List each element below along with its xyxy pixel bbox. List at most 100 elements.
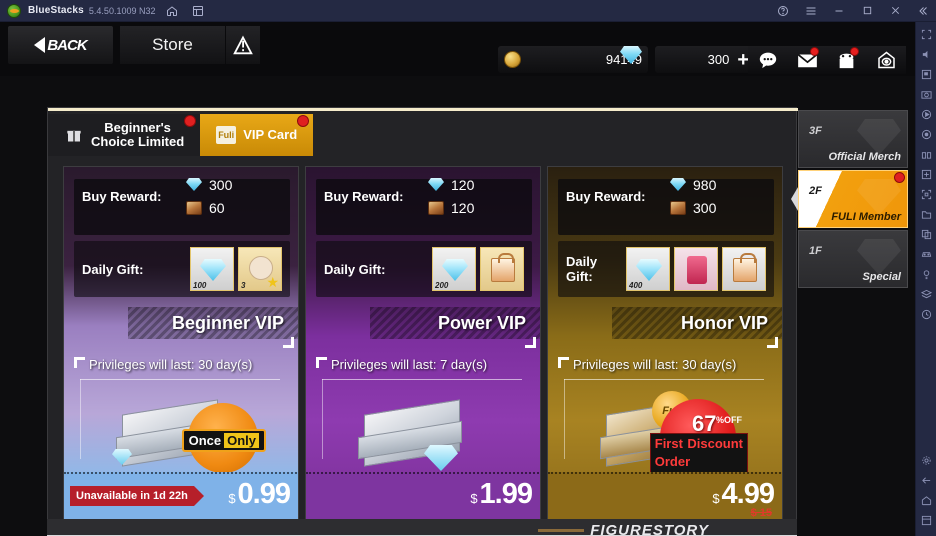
- vip-card-beginner[interactable]: Buy Reward: 300 60 Daily Gift: 100 ★ 3 B…: [63, 166, 299, 521]
- home-icon[interactable]: [918, 492, 934, 508]
- buy-reward-amount: 60: [209, 199, 225, 216]
- home-icon[interactable]: [163, 2, 181, 20]
- shopping-bag-icon: [491, 253, 515, 282]
- home-icon[interactable]: [873, 49, 899, 71]
- card-artwork: [354, 389, 504, 474]
- price: $ 4.99: [712, 478, 775, 510]
- gem-icon: [620, 46, 642, 64]
- tab-vip-card[interactable]: Fuli VIP Card: [200, 114, 314, 156]
- tab-beginners-label-line2: Choice Limited: [91, 134, 185, 149]
- daily-gift-slot-gem[interactable]: 400: [626, 247, 670, 291]
- gem-watermark-icon: [857, 239, 901, 275]
- mail-icon[interactable]: [794, 47, 820, 71]
- alert-button[interactable]: [226, 26, 260, 64]
- screenshot-icon[interactable]: [918, 86, 934, 102]
- price-bar[interactable]: $ 4.99 $ 15: [548, 472, 782, 520]
- gem-currency[interactable]: 300 +: [655, 46, 755, 73]
- gamepad-icon[interactable]: [918, 246, 934, 262]
- daily-gift-qty: 3: [241, 281, 246, 290]
- divider: [80, 379, 280, 380]
- gem-icon: [670, 178, 686, 191]
- multi-instance-icon[interactable]: [189, 2, 207, 20]
- daily-gift-qty: 100: [193, 281, 207, 290]
- header-icon-bar: [748, 46, 906, 74]
- floor-item-1f[interactable]: 1F Special: [798, 230, 908, 288]
- coin-icon: [504, 51, 521, 68]
- game-guide-icon[interactable]: [918, 166, 934, 182]
- game-header: BACK Store 94149 300 +: [0, 22, 915, 76]
- price-bar[interactable]: Unavailable in 1d 22h $ 0.99: [64, 472, 298, 520]
- daily-gift-label: Daily Gift:: [324, 261, 386, 277]
- chat-icon[interactable]: [755, 49, 781, 71]
- gem-value: 300: [707, 52, 730, 67]
- back-button[interactable]: BACK: [8, 26, 113, 64]
- app-version: 5.4.50.1009 N32: [88, 5, 156, 16]
- fullscreen-icon[interactable]: [918, 26, 934, 42]
- gem-watermark-icon: [857, 119, 901, 155]
- back-label: BACK: [47, 36, 87, 54]
- minimize-icon[interactable]: [830, 2, 848, 20]
- ticket-icon: [186, 200, 202, 215]
- first-order-line2: Order: [654, 454, 691, 469]
- vip-title-stripe: Power VIP: [370, 307, 540, 339]
- card-artwork: DISCOUNT Once Only: [112, 389, 266, 474]
- floor-item-3f[interactable]: 3F Official Merch: [798, 110, 908, 168]
- buy-reward-item: 60: [186, 197, 282, 219]
- game-viewport: BACK Store 94149 300 + Beginner's Choice…: [0, 22, 915, 536]
- gem-icon: [424, 445, 458, 471]
- mail-badge: [810, 47, 820, 56]
- volume-icon[interactable]: [918, 46, 934, 62]
- vip-card-power[interactable]: Buy Reward: 120 120 Daily Gift: 200 Powe…: [305, 166, 541, 521]
- maximize-icon[interactable]: [858, 2, 876, 20]
- copy-icon[interactable]: [918, 226, 934, 242]
- window-controls: [764, 2, 936, 20]
- buy-reward-item: 300: [670, 197, 766, 219]
- gem-watermark-icon: [857, 179, 901, 215]
- vip-card-honor[interactable]: Buy Reward: 980 300 Daily Gift: 400 Hono…: [547, 166, 783, 521]
- lightbulb-icon[interactable]: [918, 266, 934, 282]
- buy-reward-amount: 120: [451, 199, 475, 216]
- app-name: BlueStacks: [28, 5, 84, 16]
- buy-reward-box: Buy Reward: 300 60: [74, 177, 290, 235]
- daily-gift-slot-bag[interactable]: [722, 247, 766, 291]
- corner-decoration: [316, 357, 327, 368]
- daily-gift-slot-character-card[interactable]: ★ 3: [238, 247, 282, 291]
- recent-apps-icon[interactable]: [918, 512, 934, 528]
- multi-instance-icon[interactable]: [918, 146, 934, 162]
- gear-icon[interactable]: [918, 452, 934, 468]
- buy-reward-label: Buy Reward:: [82, 188, 162, 204]
- macro-icon[interactable]: [918, 126, 934, 142]
- scan-qr-icon[interactable]: [918, 186, 934, 202]
- corner-decoration: [74, 357, 85, 368]
- back-icon[interactable]: [918, 472, 934, 488]
- price-bar[interactable]: $ 1.99: [306, 472, 540, 520]
- star-icon: ★: [266, 274, 279, 290]
- folder-icon[interactable]: [918, 206, 934, 222]
- rotate-icon[interactable]: [918, 306, 934, 322]
- record-icon[interactable]: [918, 106, 934, 122]
- tab-beginners-choice-limited[interactable]: Beginner's Choice Limited: [48, 114, 201, 156]
- gift-icon[interactable]: [834, 47, 860, 71]
- store-footer: FIGURESTORY: [47, 519, 797, 536]
- keymapping-icon[interactable]: [918, 66, 934, 82]
- layers-icon[interactable]: [918, 286, 934, 302]
- collapse-icon[interactable]: [914, 2, 932, 20]
- help-icon[interactable]: [774, 2, 792, 20]
- corner-decoration: [767, 337, 778, 348]
- vip-title-stripe: Honor VIP: [612, 307, 782, 339]
- ticket-icon: [428, 200, 444, 215]
- floor-number: 3F: [809, 125, 822, 137]
- currency-symbol: $: [712, 491, 720, 506]
- daily-gift-slot-figure[interactable]: [674, 247, 718, 291]
- divider: [80, 379, 81, 459]
- daily-gift-slot-gem[interactable]: 100: [190, 247, 234, 291]
- page-title: Store: [120, 26, 225, 64]
- daily-gift-slot-bag[interactable]: [480, 247, 524, 291]
- close-icon[interactable]: [886, 2, 904, 20]
- menu-icon[interactable]: [802, 2, 820, 20]
- buy-reward-label: Buy Reward:: [566, 188, 646, 204]
- buy-reward-item: 980: [670, 174, 766, 196]
- floor-item-2f[interactable]: 2F FULI Member: [798, 170, 908, 228]
- daily-gift-slot-gem[interactable]: 200: [432, 247, 476, 291]
- buy-reward-label: Buy Reward:: [324, 188, 404, 204]
